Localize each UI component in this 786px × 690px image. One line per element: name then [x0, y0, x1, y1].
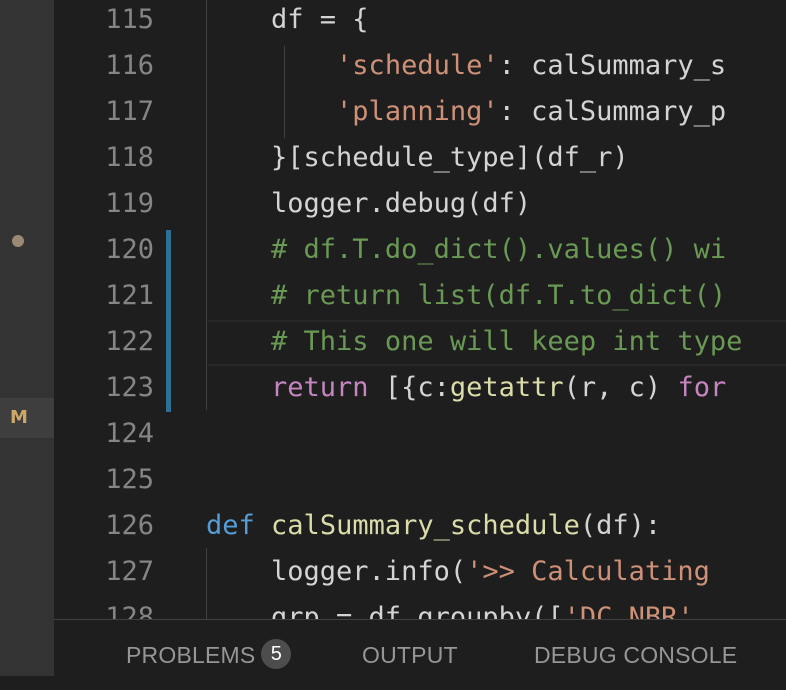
code-token: 'planning'	[336, 96, 499, 127]
tab-problems-label: PROBLEMS	[126, 642, 256, 668]
code-line[interactable]: }[schedule_type](df_r)	[206, 135, 629, 181]
code-token: logger.debug(df)	[206, 188, 532, 219]
code-token: logger.info(	[206, 556, 467, 587]
code-line[interactable]: # return list(df.T.to_dict()	[206, 273, 726, 319]
tab-output[interactable]: OUTPUT	[362, 620, 458, 677]
line-number: 117	[105, 96, 154, 127]
line-number: 121	[105, 280, 154, 311]
code-token: (df):	[579, 510, 662, 541]
tab-debug-console[interactable]: DEBUG CONSOLE	[534, 620, 737, 677]
code-token: for	[677, 372, 727, 403]
line-number: 115	[105, 4, 154, 35]
line-number: 120	[105, 234, 154, 265]
line-number: 126	[105, 510, 154, 541]
problems-count-badge: 5	[261, 638, 292, 669]
code-token: }[schedule_type](df_r)	[206, 142, 629, 173]
code-token: grp = df.groupby([	[206, 602, 564, 619]
line-number: 119	[105, 188, 154, 219]
code-token: (r, c)	[563, 372, 678, 403]
tab-problems[interactable]: PROBLEMS 5	[126, 620, 292, 677]
activity-bar: M	[0, 0, 54, 676]
line-number: 124	[105, 418, 154, 449]
line-number: 118	[105, 142, 154, 173]
modified-dot-icon	[12, 235, 24, 247]
code-token: '>> Calculating	[466, 556, 727, 587]
line-number: 122	[105, 326, 154, 357]
git-modified-badge[interactable]: M	[0, 398, 54, 438]
code-line[interactable]: grp = df.groupby(['DC_NBR',	[206, 595, 710, 619]
tab-debug-console-label: DEBUG CONSOLE	[534, 642, 738, 668]
code-token: : calSummary_p	[498, 96, 727, 127]
line-number: 116	[105, 50, 154, 81]
code-token: getattr	[449, 372, 564, 403]
line-number: 128	[105, 602, 154, 619]
code-token: [{c:	[368, 372, 450, 403]
code-line[interactable]: # This one will keep int type	[206, 319, 742, 365]
code-line[interactable]: 'planning': calSummary_p	[206, 89, 726, 135]
code-token: # df.T.do_dict().values() wi	[271, 234, 727, 265]
code-editor[interactable]: 115 df = { 116 'schedule': calSummary_s 11…	[54, 0, 786, 619]
code-token: 'schedule'	[336, 50, 499, 81]
git-change-indicator[interactable]	[166, 230, 171, 412]
tab-output-label: OUTPUT	[362, 642, 458, 668]
code-token: : calSummary_s	[498, 50, 727, 81]
code-token: df = {	[206, 4, 369, 35]
code-line[interactable]: # df.T.do_dict().values() wi	[206, 227, 726, 273]
code-line[interactable]: df = {	[206, 0, 369, 43]
code-token: # return list(df.T.to_dict()	[271, 280, 727, 311]
code-token: calSummary_schedule	[271, 510, 580, 541]
code-token: def	[206, 510, 255, 541]
line-number: 127	[105, 556, 154, 587]
line-number: 123	[105, 372, 154, 403]
code-token: 'DC_NBR'	[563, 602, 694, 619]
line-number: 125	[105, 464, 154, 495]
code-token: ,	[693, 602, 710, 619]
code-line[interactable]: return [{c:getattr(r, c) for	[206, 365, 726, 411]
code-line[interactable]: logger.debug(df)	[206, 181, 531, 227]
code-token: return	[271, 372, 369, 403]
code-line[interactable]: def calSummary_schedule(df):	[206, 503, 661, 549]
bottom-panel: PROBLEMS 5 OUTPUT DEBUG CONSOLE	[54, 619, 786, 677]
code-token: # This one will keep int type	[271, 326, 743, 357]
code-line[interactable]: 'schedule': calSummary_s	[206, 43, 726, 89]
code-line[interactable]: logger.info('>> Calculating	[206, 549, 726, 595]
